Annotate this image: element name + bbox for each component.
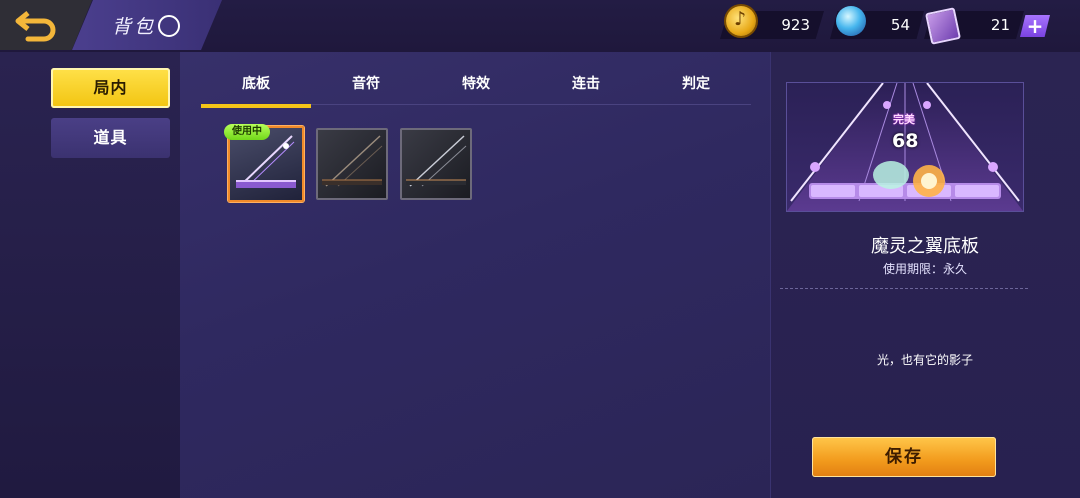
tab-judgement[interactable]: 判定 <box>641 66 751 104</box>
board-thumbnail-icon <box>406 135 467 187</box>
category-tabs: 底板 音符 特效 连击 判定 <box>201 66 751 108</box>
ticket-icon <box>925 7 961 45</box>
item-description: 光，也有它的影子 <box>876 353 973 367</box>
diamond-gem-icon <box>836 6 866 36</box>
tab-board[interactable]: 底板 <box>201 66 311 108</box>
divider <box>780 288 1028 289</box>
in-use-badge: 使用中 <box>224 124 270 140</box>
preview-judgement-text: 完美 <box>893 113 915 126</box>
save-button[interactable]: 保存 <box>812 437 996 477</box>
tab-effects[interactable]: 特效 <box>421 66 531 104</box>
sidebar-item-ingame[interactable]: 局内 <box>51 68 170 108</box>
board-thumbnail-icon <box>322 135 383 187</box>
sidebar-item-props[interactable]: 道具 <box>51 118 170 158</box>
inventory-panel <box>180 52 770 498</box>
tickets-value: 21 <box>990 16 1010 34</box>
tab-notes[interactable]: 音符 <box>311 66 421 104</box>
gems-value: 54 <box>890 16 910 34</box>
tab-combo[interactable]: 连击 <box>531 66 641 104</box>
back-arrow-icon <box>15 11 56 42</box>
board-item-2[interactable] <box>316 128 388 200</box>
board-item-3[interactable] <box>400 128 472 200</box>
coins-value: 923 <box>781 16 810 34</box>
preview-combo-number: 68 <box>892 130 919 152</box>
page-title: 背包 <box>112 16 157 38</box>
music-coin-icon <box>726 6 756 36</box>
item-expiry: 使用期限：永久 <box>882 262 967 276</box>
item-name: 魔灵之翼底板 <box>871 236 979 257</box>
info-icon[interactable]: ⓘ <box>158 15 180 37</box>
